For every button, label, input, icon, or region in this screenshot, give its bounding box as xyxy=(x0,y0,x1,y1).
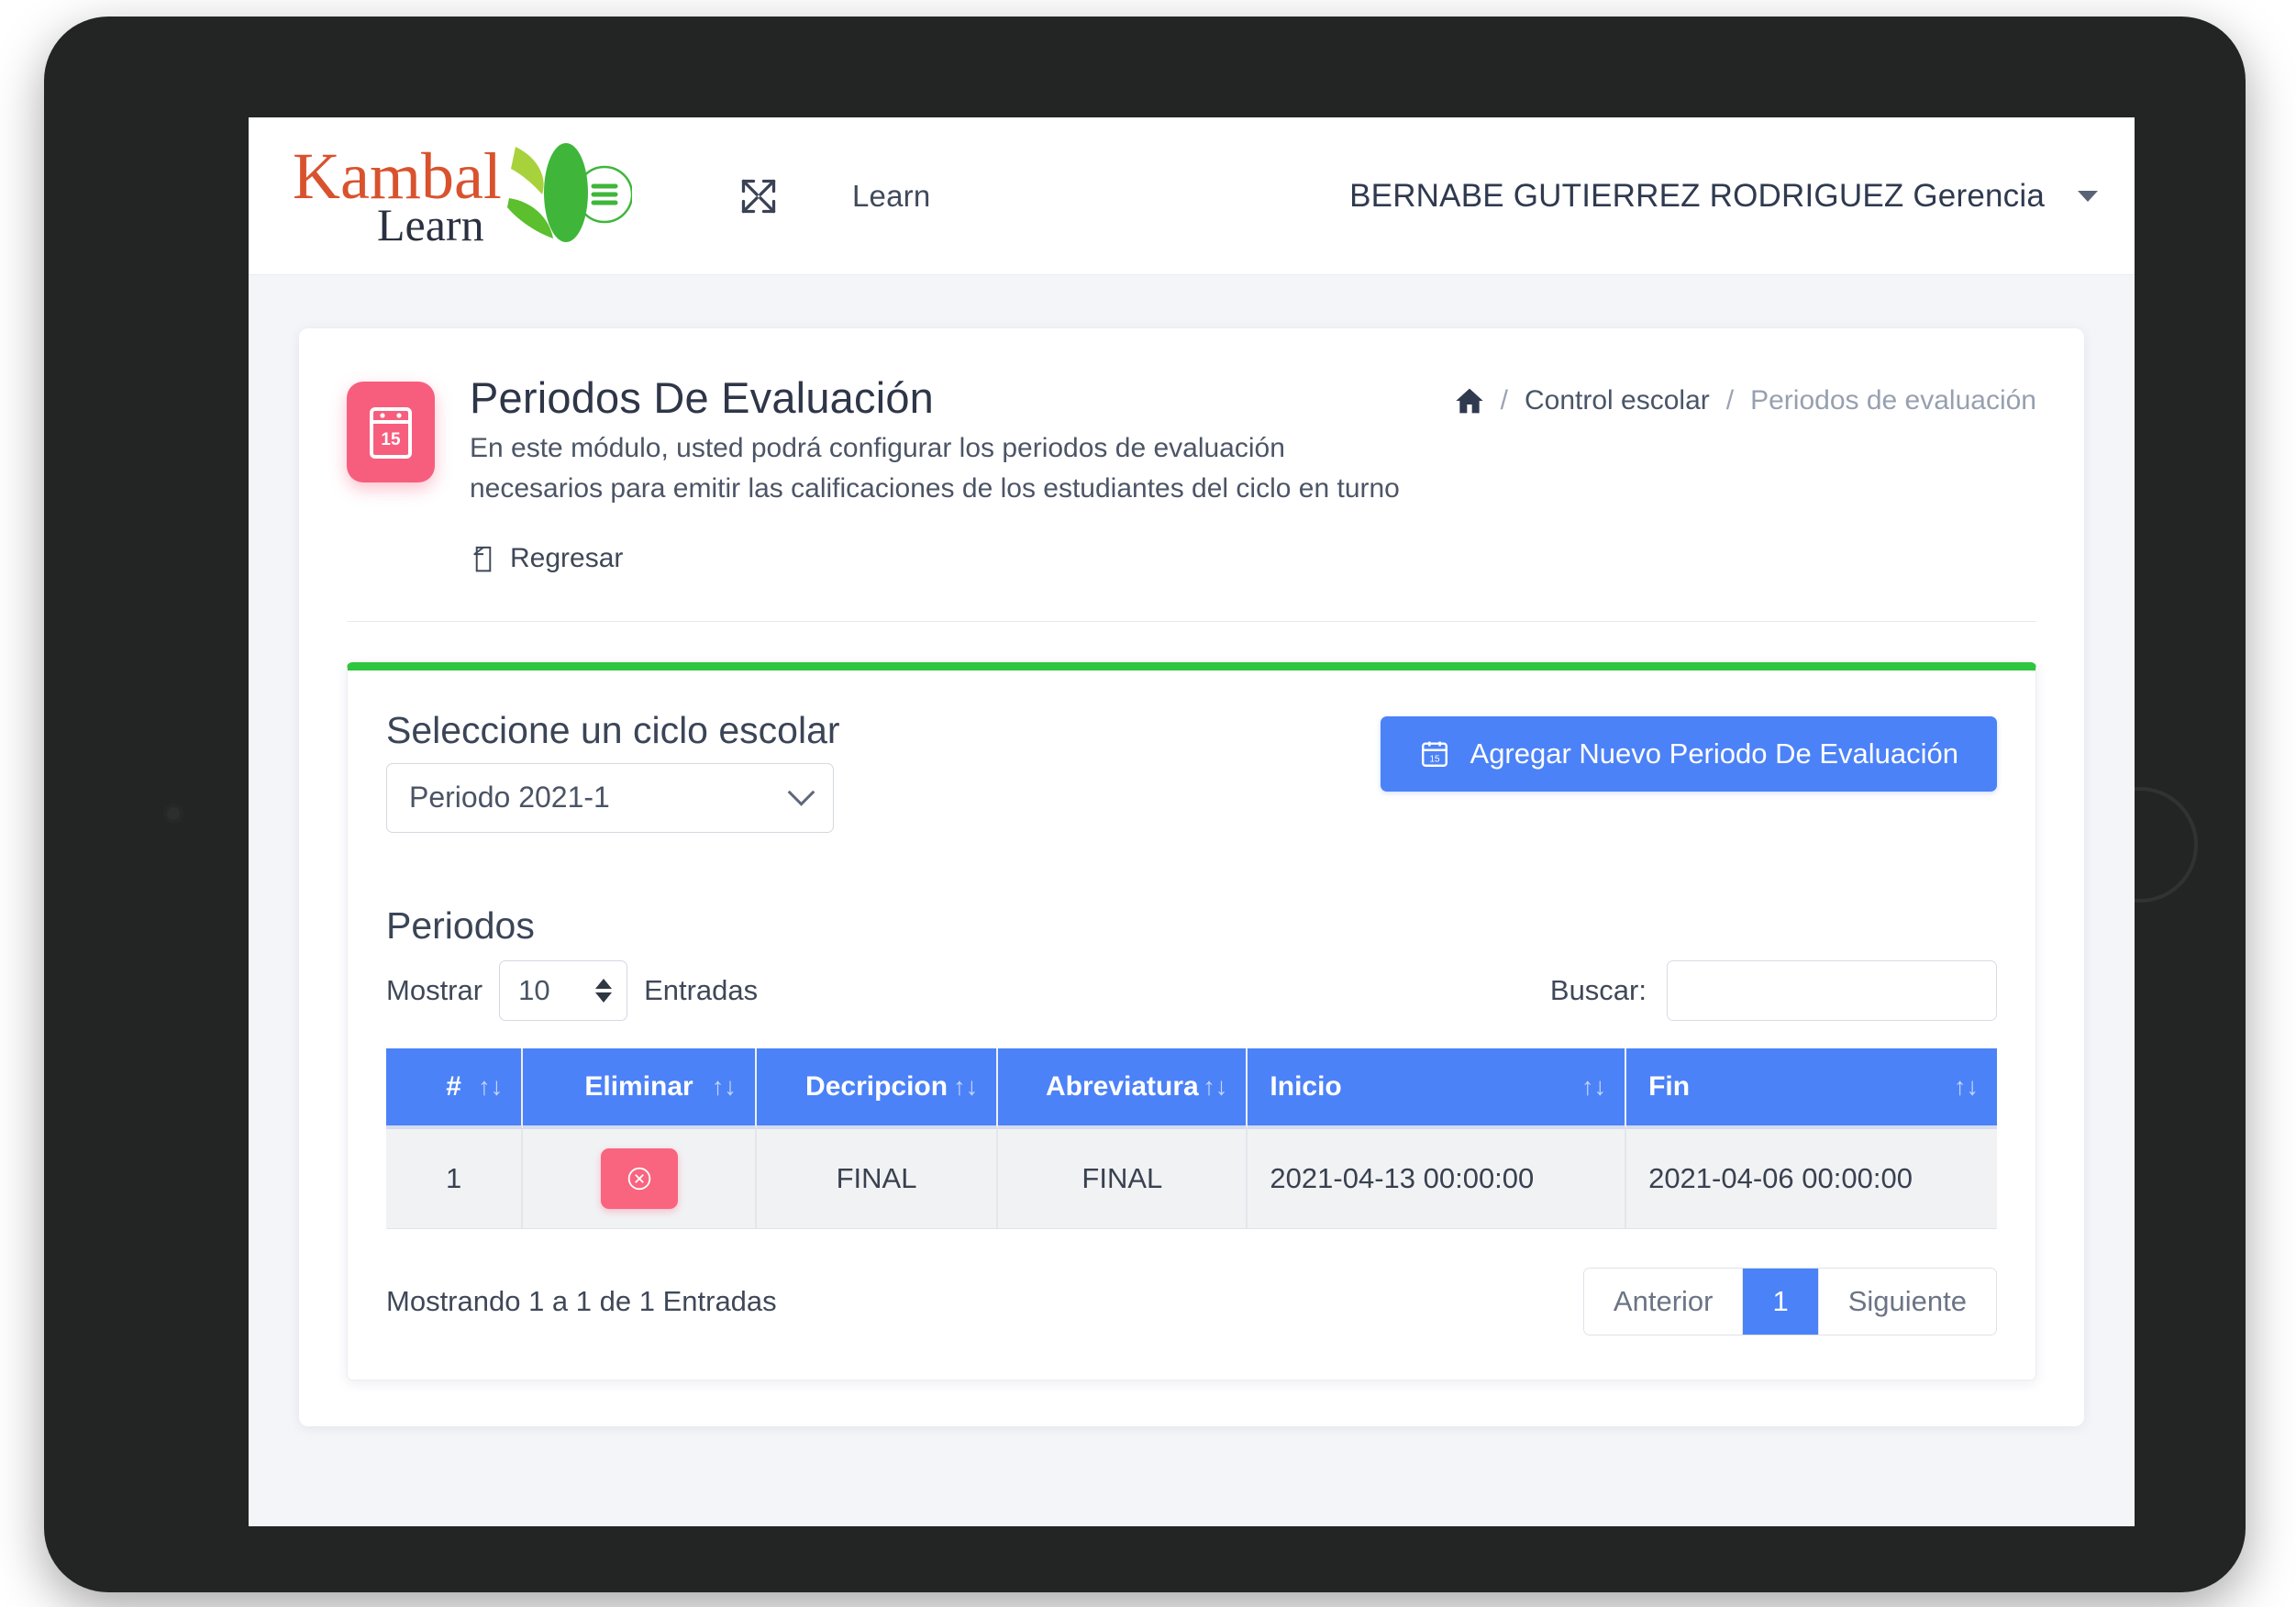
cell-decripcion: FINAL xyxy=(756,1128,999,1229)
cell-eliminar xyxy=(523,1128,757,1229)
column-header-decripcion-label: Decripcion xyxy=(805,1070,948,1102)
content-area: 15 Periodos De Evaluación En este módulo… xyxy=(249,275,2135,1426)
periodos-panel: Seleccione un ciclo escolar Periodo 2021… xyxy=(347,661,2036,1380)
column-header-abreviatura[interactable]: Abreviatura ↑↓ xyxy=(998,1047,1248,1129)
search-input[interactable] xyxy=(1667,959,1997,1021)
nav-link-learn[interactable]: Learn xyxy=(852,179,930,214)
sort-icon: ↑↓ xyxy=(953,1072,979,1101)
cycle-select-group: Seleccione un ciclo escolar Periodo 2021… xyxy=(386,709,840,833)
cell-inicio: 2021-04-13 00:00:00 xyxy=(1248,1128,1627,1229)
add-evaluation-period-label: Agregar Nuevo Periodo De Evaluación xyxy=(1470,737,1958,770)
cycle-select[interactable]: Periodo 2021-1 xyxy=(386,762,834,833)
table-search-group: Buscar: xyxy=(1549,959,1997,1021)
sort-icon: ↑↓ xyxy=(1203,1072,1228,1101)
column-header-num[interactable]: # ↑↓ xyxy=(386,1047,524,1129)
add-evaluation-period-button[interactable]: 15 Agregar Nuevo Periodo De Evaluación xyxy=(1380,715,1997,792)
column-header-inicio-label: Inicio xyxy=(1270,1070,1342,1102)
column-header-decripcion[interactable]: Decripcion ↑↓ xyxy=(756,1047,999,1129)
expand-arrows-icon[interactable] xyxy=(738,176,779,216)
delete-row-button[interactable] xyxy=(600,1147,678,1209)
calendar-icon: 15 xyxy=(347,382,435,482)
breadcrumb-item-periodos-de-evaluacion: Periodos de evaluación xyxy=(1750,385,2036,416)
camera-icon xyxy=(163,804,183,824)
screen: Kambal Learn Learn BERNABE GUTIERREZ ROD… xyxy=(249,117,2135,1526)
brand-logo[interactable]: Kambal Learn xyxy=(293,141,678,251)
calendar-day-label: 15 xyxy=(381,430,401,449)
section-divider xyxy=(347,620,2036,622)
svg-text:15: 15 xyxy=(1429,754,1440,764)
periodos-heading: Periodos xyxy=(386,903,535,947)
cycle-select-value: Periodo 2021-1 xyxy=(409,781,610,815)
table-row: 1 FINAL FINAL 2021-04-13 00:00:00 2021-0… xyxy=(386,1128,1997,1229)
svg-text:Learn: Learn xyxy=(377,199,484,250)
column-header-num-label: # xyxy=(446,1070,461,1102)
breadcrumb-item-control-escolar[interactable]: Control escolar xyxy=(1525,385,1710,416)
table-footer: Mostrando 1 a 1 de 1 Entradas Anterior 1… xyxy=(386,1267,1997,1335)
table-header-row: # ↑↓ Eliminar ↑↓ Decripcion ↑↓ Abreviatu… xyxy=(386,1047,1997,1129)
periodos-table: # ↑↓ Eliminar ↑↓ Decripcion ↑↓ Abreviatu… xyxy=(386,1047,1997,1229)
user-name-label: BERNABE GUTIERREZ RODRIGUEZ Gerencia xyxy=(1349,177,2045,214)
column-header-fin-label: Fin xyxy=(1648,1070,1691,1102)
kambal-learn-logo-icon: Kambal Learn xyxy=(293,141,632,250)
page-card: 15 Periodos De Evaluación En este módulo… xyxy=(299,328,2084,1426)
page-header-text: Periodos De Evaluación En este módulo, u… xyxy=(470,372,1400,579)
sort-icon: ↑↓ xyxy=(478,1072,504,1101)
updown-arrows-icon xyxy=(595,978,613,1003)
page-description-line-2: necesarios para emitir las calificacione… xyxy=(470,473,1400,504)
column-header-eliminar-label: Eliminar xyxy=(584,1070,693,1102)
table-showing-info: Mostrando 1 a 1 de 1 Entradas xyxy=(386,1284,777,1317)
pagination-next[interactable]: Siguiente xyxy=(1818,1268,1996,1335)
sort-icon: ↑↓ xyxy=(1581,1072,1607,1101)
user-menu[interactable]: BERNABE GUTIERREZ RODRIGUEZ Gerencia xyxy=(1349,178,2098,215)
tablet-frame: Kambal Learn Learn BERNABE GUTIERREZ ROD… xyxy=(44,17,2246,1592)
breadcrumb-separator-2: / xyxy=(1725,385,1735,416)
page-header: 15 Periodos De Evaluación En este módulo… xyxy=(347,372,2036,579)
pagination-previous[interactable]: Anterior xyxy=(1583,1268,1744,1335)
back-link[interactable]: Regresar xyxy=(470,543,623,574)
sort-icon: ↑↓ xyxy=(1954,1072,1979,1101)
table-length-group: Mostrar 10 Entradas xyxy=(386,959,759,1021)
cell-num: 1 xyxy=(386,1128,524,1229)
column-header-eliminar[interactable]: Eliminar ↑↓ xyxy=(523,1047,757,1129)
column-header-abreviatura-label: Abreviatura xyxy=(1045,1070,1199,1102)
home-icon[interactable] xyxy=(1455,387,1484,415)
column-header-fin[interactable]: Fin ↑↓ xyxy=(1626,1047,1997,1129)
sort-icon: ↑↓ xyxy=(711,1072,737,1101)
breadcrumb-separator-1: / xyxy=(1500,385,1508,416)
chevron-down-icon xyxy=(2078,190,2098,202)
page-title: Periodos De Evaluación xyxy=(470,373,935,422)
table-length-label-before: Mostrar xyxy=(386,973,483,1006)
cell-abreviatura: FINAL xyxy=(998,1128,1248,1229)
table-length-label-after: Entradas xyxy=(644,973,759,1006)
calendar-glyph-icon: 15 xyxy=(370,407,412,459)
page-description-line-1: En este módulo, usted podrá configurar l… xyxy=(470,433,1285,463)
reply-arrow-icon xyxy=(473,546,492,572)
cell-fin: 2021-04-06 00:00:00 xyxy=(1626,1128,1997,1229)
top-navbar: Kambal Learn Learn BERNABE GUTIERREZ ROD… xyxy=(249,117,2135,275)
back-link-label: Regresar xyxy=(510,542,624,573)
cycle-row: Seleccione un ciclo escolar Periodo 2021… xyxy=(386,709,1997,833)
column-header-inicio[interactable]: Inicio ↑↓ xyxy=(1248,1047,1627,1129)
calendar-add-icon: 15 xyxy=(1421,741,1447,767)
chevron-down-icon xyxy=(787,779,815,806)
table-search-label: Buscar: xyxy=(1549,973,1647,1006)
table-length-select[interactable]: 10 xyxy=(499,959,628,1021)
pagination-page-1[interactable]: 1 xyxy=(1743,1268,1819,1335)
cycle-select-label: Seleccione un ciclo escolar xyxy=(386,708,840,751)
table-controls: Mostrar 10 Entradas Buscar: xyxy=(386,959,1997,1021)
pagination: Anterior 1 Siguiente xyxy=(1582,1267,1997,1335)
circle-x-icon xyxy=(627,1167,650,1191)
table-length-value: 10 xyxy=(518,973,550,1006)
breadcrumb: / Control escolar / Periodos de evaluaci… xyxy=(1455,372,2036,416)
